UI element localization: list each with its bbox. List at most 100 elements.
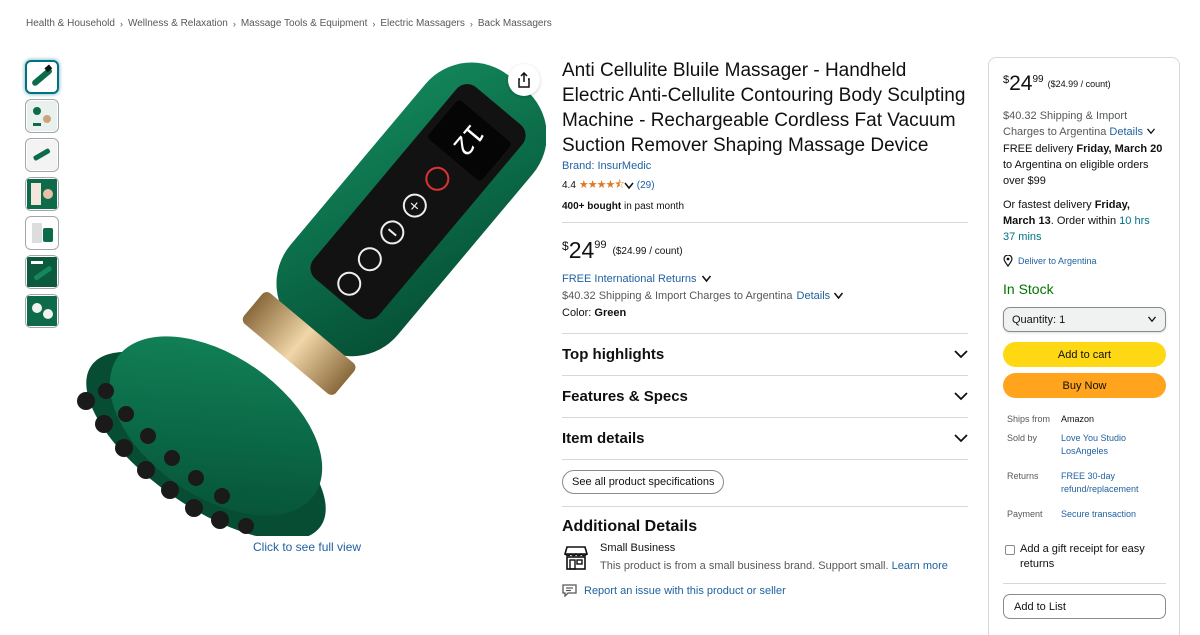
free-delivery-date: Friday, March 20 bbox=[1076, 143, 1163, 155]
deliver-to-label: Deliver to Argentina bbox=[1018, 256, 1097, 266]
add-to-list-button[interactable]: Add to List bbox=[1003, 594, 1166, 619]
price-whole: 24 bbox=[568, 237, 595, 263]
accordion-top-highlights[interactable]: Top highlights bbox=[562, 334, 968, 376]
storefront-icon bbox=[563, 546, 589, 570]
share-icon bbox=[518, 72, 530, 88]
learn-more-link[interactable]: Learn more bbox=[892, 560, 948, 572]
breadcrumb-separator: › bbox=[372, 18, 376, 29]
free-delivery-info: FREE delivery Friday, March 20 to Argent… bbox=[1003, 141, 1165, 189]
breadcrumb: Health & Household › Wellness & Relaxati… bbox=[26, 18, 552, 29]
chevron-down-icon bbox=[1147, 316, 1157, 323]
seller-info: Ships from Amazon Sold by Love You Studi… bbox=[1003, 413, 1165, 521]
report-icon bbox=[562, 584, 577, 597]
thumbnail-5[interactable] bbox=[25, 216, 59, 250]
thumbnail-4[interactable] bbox=[25, 177, 59, 211]
additional-details-title: Additional Details bbox=[562, 518, 698, 535]
accordion-title: Features & Specs bbox=[562, 388, 688, 405]
report-issue-label: Report an issue with this product or sel… bbox=[584, 584, 786, 597]
main-product-image[interactable]: 12 + bbox=[66, 56, 547, 541]
small-business-title: Small Business bbox=[600, 542, 676, 554]
divider bbox=[1003, 583, 1166, 584]
color-selection: Color: Green bbox=[562, 307, 968, 319]
buybox-shipping: $40.32 Shipping & Import Charges to Arge… bbox=[1003, 108, 1165, 140]
thumbnail-3[interactable] bbox=[25, 138, 59, 172]
rating-row: 4.4 ★★★★⯪ (29) bbox=[562, 176, 968, 195]
report-issue-link[interactable]: Report an issue with this product or sel… bbox=[562, 584, 968, 597]
shipping-details-link[interactable]: Details bbox=[797, 290, 831, 302]
free-delivery-prefix: FREE delivery bbox=[1003, 143, 1077, 155]
gift-receipt-checkbox[interactable] bbox=[1005, 545, 1015, 555]
accordion-features-specs[interactable]: Features & Specs bbox=[562, 376, 968, 418]
buybox-details-link[interactable]: Details bbox=[1109, 126, 1143, 138]
chevron-down-icon bbox=[954, 392, 968, 401]
chevron-down-icon[interactable] bbox=[1146, 128, 1156, 135]
divider bbox=[562, 222, 968, 223]
quantity-value: Quantity: 1 bbox=[1012, 313, 1066, 326]
thumbnail-1[interactable] bbox=[25, 60, 59, 94]
rating-value: 4.4 bbox=[562, 180, 576, 191]
free-returns-label: FREE International Returns bbox=[562, 273, 697, 285]
quantity-select[interactable]: Quantity: 1 bbox=[1003, 307, 1166, 332]
free-returns-link[interactable]: FREE International Returns bbox=[562, 273, 968, 285]
breadcrumb-item[interactable]: Wellness & Relaxation bbox=[128, 18, 228, 29]
buybox-price: $ 24 99 ($24.99 / count) bbox=[1003, 72, 1165, 96]
small-business-badge: Small Business This product is from a sm… bbox=[562, 542, 968, 572]
stock-status: In Stock bbox=[1003, 281, 1054, 297]
bought-count: 400+ bought bbox=[562, 201, 622, 212]
color-value: Green bbox=[594, 307, 627, 319]
product-details: Anti Cellulite Bluile Massager - Handhel… bbox=[562, 58, 968, 597]
share-button[interactable] bbox=[508, 64, 540, 96]
breadcrumb-separator: › bbox=[469, 18, 473, 29]
fastest-prefix: Or fastest delivery bbox=[1003, 199, 1095, 211]
bought-suffix: in past month bbox=[621, 201, 684, 212]
payment-label: Payment bbox=[1007, 509, 1043, 519]
shipping-text: $40.32 Shipping & Import Charges to Arge… bbox=[562, 290, 793, 302]
full-view-link[interactable]: Click to see full view bbox=[253, 540, 361, 554]
ships-from-label: Ships from bbox=[1007, 414, 1051, 424]
breadcrumb-item[interactable]: Massage Tools & Equipment bbox=[241, 18, 368, 29]
location-pin-icon bbox=[1003, 255, 1013, 267]
price-symbol: $ bbox=[562, 239, 569, 253]
fastest-mid: . Order within bbox=[1050, 215, 1120, 227]
small-business-description: This product is from a small business br… bbox=[600, 560, 889, 572]
see-all-specs-button[interactable]: See all product specifications bbox=[562, 470, 725, 494]
add-to-cart-button[interactable]: Add to cart bbox=[1003, 342, 1166, 367]
gift-receipt-option: Add a gift receipt for easy returns bbox=[1003, 542, 1165, 572]
returns-link[interactable]: FREE 30-day refund/replacement bbox=[1061, 470, 1165, 496]
payment-link[interactable]: Secure transaction bbox=[1061, 508, 1165, 521]
breadcrumb-item[interactable]: Back Massagers bbox=[478, 18, 552, 29]
breadcrumb-item[interactable]: Health & Household bbox=[26, 18, 115, 29]
fastest-delivery-info: Or fastest delivery Friday, March 13. Or… bbox=[1003, 197, 1165, 245]
price-per-unit: ($24.99 / count) bbox=[1047, 79, 1111, 89]
buy-now-button[interactable]: Buy Now bbox=[1003, 373, 1166, 398]
accordion-item-details[interactable]: Item details bbox=[562, 418, 968, 460]
chevron-down-icon[interactable] bbox=[624, 182, 634, 190]
thumbnail-6[interactable] bbox=[25, 255, 59, 289]
accordion-title: Top highlights bbox=[562, 346, 665, 363]
small-business-text: This product is from a small business br… bbox=[600, 560, 948, 572]
sold-by-label: Sold by bbox=[1007, 433, 1038, 443]
price-fraction: 99 bbox=[594, 239, 607, 251]
bought-past-month: 400+ bought in past month bbox=[562, 201, 968, 212]
brand-link[interactable]: Brand: InsurMedic bbox=[562, 160, 968, 172]
returns-label: Returns bbox=[1007, 471, 1039, 481]
price-fraction: 99 bbox=[1032, 74, 1044, 85]
gift-receipt-label: Add a gift receipt for easy returns bbox=[1020, 543, 1145, 570]
rating-stars[interactable]: ★★★★⯪ bbox=[579, 176, 625, 195]
thumbnail-2[interactable] bbox=[25, 99, 59, 133]
price-whole: 24 bbox=[1009, 72, 1033, 95]
sold-by-link[interactable]: Love You Studio LosAngeles bbox=[1061, 432, 1165, 458]
product-title: Anti Cellulite Bluile Massager - Handhel… bbox=[562, 60, 966, 156]
deliver-to-link[interactable]: Deliver to Argentina bbox=[1003, 255, 1165, 267]
rating-count[interactable]: (29) bbox=[637, 180, 655, 191]
thumbnail-strip bbox=[25, 60, 59, 333]
breadcrumb-separator: › bbox=[119, 18, 123, 29]
price: $ 24 99 ($24.99 / count) bbox=[562, 237, 968, 263]
free-delivery-suffix: to Argentina on eligible orders over $99 bbox=[1003, 159, 1149, 187]
chevron-down-icon bbox=[954, 434, 968, 443]
buy-box: $ 24 99 ($24.99 / count) $40.32 Shipping… bbox=[988, 57, 1180, 635]
breadcrumb-item[interactable]: Electric Massagers bbox=[380, 18, 464, 29]
thumbnail-7[interactable] bbox=[25, 294, 59, 328]
chevron-down-icon bbox=[954, 350, 968, 359]
chevron-down-icon[interactable] bbox=[833, 292, 844, 300]
